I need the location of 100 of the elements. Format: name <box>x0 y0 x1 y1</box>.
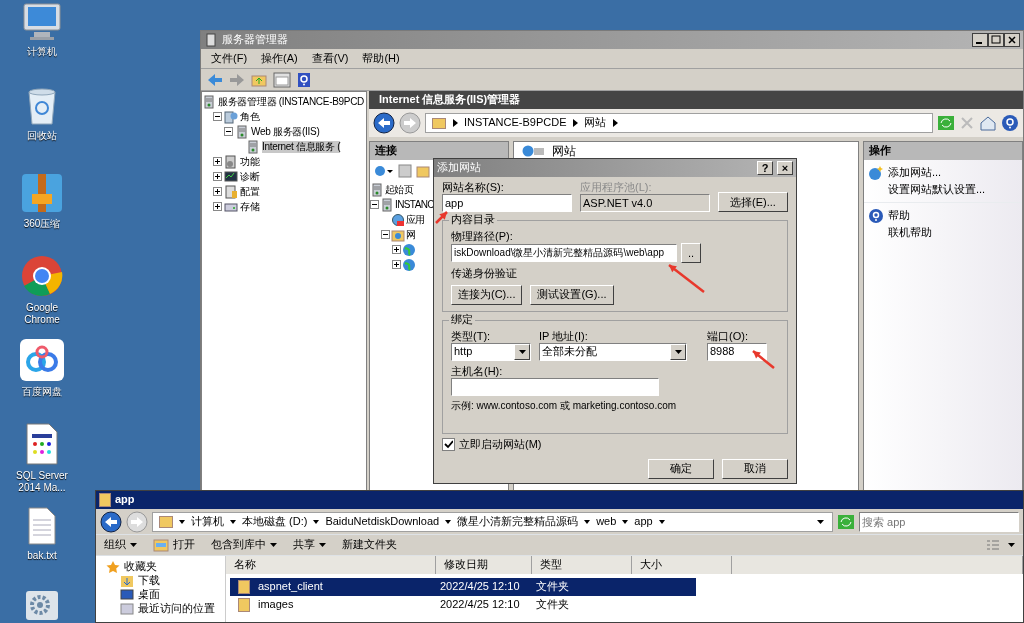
desktop-icon-label[interactable]: 360压缩 <box>23 218 61 230</box>
desktop-icon-label[interactable]: Google Chrome <box>11 302 73 325</box>
breadcrumb-item[interactable]: BaiduNetdiskDownload <box>325 514 440 529</box>
tree-item[interactable]: 网 <box>406 228 416 241</box>
column-header[interactable]: 类型 <box>532 556 632 574</box>
dropdown-arrow-icon[interactable] <box>1008 543 1015 547</box>
folder-icon <box>432 117 446 129</box>
field-label: 主机名(H): <box>451 364 504 378</box>
address-bar[interactable]: 计算机 本地磁盘 (D:) BaiduNetdiskDownload 微星小清新完整精品源码 web app <box>152 511 833 532</box>
text-field[interactable]: iskDownload\微星小清新完整精品源码\web\app <box>451 244 677 263</box>
expand-icon[interactable] <box>213 157 222 166</box>
action-link[interactable]: 设置网站默认设置... <box>888 182 986 197</box>
folder-icon <box>238 580 250 594</box>
nav-item[interactable]: 下载 <box>138 574 160 588</box>
toolbar-button[interactable]: 包含到库中 <box>211 538 277 552</box>
desktop-icon-label[interactable]: bak.txt <box>27 550 57 562</box>
back-icon[interactable] <box>100 510 122 533</box>
ok-button[interactable]: 确定 <box>648 458 714 479</box>
back-icon[interactable] <box>373 112 395 134</box>
breadcrumb-item[interactable]: 本地磁盘 (D:) <box>242 514 308 529</box>
text-field[interactable] <box>451 377 659 396</box>
dialog-button[interactable]: 测试设置(G)... <box>530 284 614 305</box>
collapse-icon[interactable] <box>381 230 390 239</box>
tree-item[interactable]: 配置 <box>240 185 260 198</box>
search-field[interactable]: 搜索 app <box>859 511 1019 532</box>
expand-icon[interactable] <box>392 260 401 269</box>
column-header[interactable]: 大小 <box>632 556 732 574</box>
folder-globe-icon <box>391 227 405 242</box>
nav-item[interactable]: 收藏夹 <box>124 560 157 574</box>
dropdown[interactable]: 全部未分配 <box>539 342 687 361</box>
toolbar-button[interactable]: 共享 <box>293 538 326 552</box>
tree-item[interactable]: INSTANC <box>395 198 434 211</box>
menu-item[interactable]: 帮助(H) <box>362 51 400 66</box>
expand-icon[interactable] <box>392 245 401 254</box>
globe-icon <box>402 257 416 272</box>
breadcrumb-item[interactable]: INSTANCE-B9PCDE <box>464 116 567 130</box>
toolbar-button[interactable]: 新建文件夹 <box>342 538 397 552</box>
tree-item[interactable]: 功能 <box>240 155 260 168</box>
breadcrumb-item[interactable]: web <box>596 514 617 529</box>
text-field[interactable]: app <box>442 194 572 213</box>
action-link[interactable]: 添加网站... <box>888 165 942 180</box>
tree-item[interactable]: 诊断 <box>240 170 260 183</box>
cancel-button[interactable]: 取消 <box>722 458 788 479</box>
expand-icon[interactable] <box>213 172 222 181</box>
maximize-icon[interactable] <box>988 33 1004 47</box>
checkbox-label: 立即启动网站(M) <box>459 437 542 451</box>
desktop-icon-label[interactable]: SQL Server 2014 Ma... <box>11 470 73 493</box>
collapse-icon[interactable] <box>224 127 233 136</box>
roles-icon <box>224 109 238 124</box>
breadcrumb-item[interactable]: 网站 <box>584 116 607 130</box>
close-icon[interactable] <box>1004 33 1020 47</box>
tree-item[interactable]: 应用 <box>406 213 425 226</box>
home-icon[interactable] <box>979 115 997 131</box>
file-row[interactable]: images 2022/4/25 12:10 文件夹 <box>230 596 696 614</box>
tree-item[interactable]: 起始页 <box>385 183 414 196</box>
help-icon[interactable] <box>297 71 311 88</box>
help-icon[interactable] <box>1001 114 1019 132</box>
address-bar[interactable]: INSTANCE-B9PCDE 网站 <box>425 113 933 133</box>
tree-item[interactable]: 角色 <box>240 110 260 123</box>
dropdown[interactable]: http <box>451 342 531 361</box>
desktop-icon-label[interactable]: 回收站 <box>27 130 57 142</box>
tree-item[interactable]: 存储 <box>240 200 260 213</box>
checkbox[interactable] <box>442 437 455 451</box>
column-header[interactable]: 名称 <box>226 556 436 574</box>
close-button[interactable]: × <box>777 161 793 175</box>
toolbar-button[interactable]: 打开 <box>153 538 195 552</box>
expand-icon[interactable] <box>213 187 222 196</box>
breadcrumb-item[interactable]: 计算机 <box>191 514 224 529</box>
monitor-icon <box>224 169 238 184</box>
folder-icon <box>99 493 111 507</box>
breadcrumb-item[interactable]: 微星小清新完整精品源码 <box>457 514 579 529</box>
desktop-icon-label[interactable]: 计算机 <box>27 46 57 58</box>
breadcrumb-item[interactable]: app <box>634 514 653 529</box>
menu-item[interactable]: 查看(V) <box>311 51 349 66</box>
action-link[interactable]: 帮助 <box>888 208 910 223</box>
minimize-icon[interactable] <box>972 33 988 47</box>
dialog-button[interactable]: 连接为(C)... <box>451 284 523 305</box>
tree-item[interactable]: 服务器管理器 (INSTANCE-B9PCD <box>218 95 364 108</box>
tree-item[interactable]: Internet 信息服务 ( <box>262 140 341 153</box>
collapse-icon[interactable] <box>213 112 222 121</box>
file-row[interactable]: aspnet_client 2022/4/25 12:10 文件夹 <box>230 578 696 596</box>
annotation-arrow <box>435 210 449 224</box>
nav-item[interactable]: 最近访问的位置 <box>138 602 215 616</box>
column-header[interactable]: 修改日期 <box>436 556 532 574</box>
action-link[interactable]: 联机帮助 <box>888 225 932 240</box>
menu-item[interactable]: 操作(A) <box>261 51 298 66</box>
nav-item[interactable]: 桌面 <box>138 588 160 602</box>
select-button[interactable]: 选择(E)... <box>718 192 788 213</box>
browse-button[interactable]: .. <box>681 243 702 264</box>
help-button[interactable]: ? <box>757 161 773 175</box>
expand-icon[interactable] <box>213 202 222 211</box>
toolbar-button[interactable]: 组织 <box>104 538 137 552</box>
server-icon <box>235 124 249 139</box>
collapse-icon[interactable] <box>370 200 379 209</box>
tree-item[interactable]: Web 服务器(IIS) <box>251 125 320 138</box>
console-icon[interactable] <box>273 71 291 88</box>
menu-item[interactable]: 文件(F) <box>211 51 248 66</box>
desktop-icon-label[interactable]: 百度网盘 <box>22 386 62 398</box>
text-field[interactable]: 8988 <box>707 342 767 361</box>
connect-icon[interactable] <box>374 164 394 178</box>
